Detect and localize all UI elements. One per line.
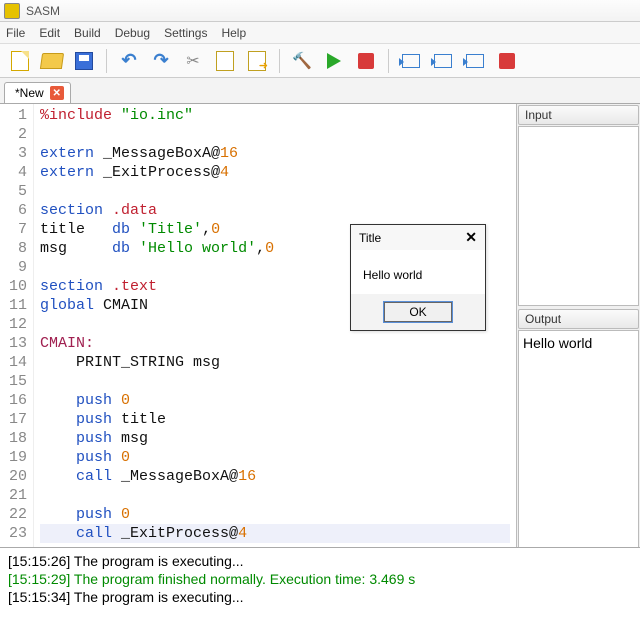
- menu-help[interactable]: Help: [221, 26, 246, 40]
- undo-button[interactable]: ↶: [115, 47, 143, 75]
- stop-icon: [358, 53, 374, 69]
- page-settings-button[interactable]: [211, 47, 239, 75]
- page-gear-icon: [216, 51, 234, 71]
- input-panel[interactable]: [518, 126, 639, 306]
- output-panel-header: Output: [518, 309, 639, 329]
- code-line[interactable]: extern _MessageBoxA@16: [40, 144, 510, 163]
- code-line[interactable]: push 0: [40, 448, 510, 467]
- menu-debug[interactable]: Debug: [115, 26, 150, 40]
- save-file-button[interactable]: [70, 47, 98, 75]
- code-editor[interactable]: 1234567891011121314151617181920212223 %i…: [0, 104, 516, 547]
- toolbar-separator: [388, 49, 389, 73]
- debug-stop-button[interactable]: [493, 47, 521, 75]
- log-panel: [15:15:26] The program is executing...[1…: [0, 547, 640, 617]
- code-line[interactable]: [40, 372, 510, 391]
- message-box: Title ✕ Hello world OK: [350, 224, 486, 331]
- play-icon: [327, 53, 341, 69]
- code-line[interactable]: extern _ExitProcess@4: [40, 163, 510, 182]
- code-line[interactable]: call _MessageBoxA@16: [40, 467, 510, 486]
- code-line[interactable]: [40, 486, 510, 505]
- new-file-button[interactable]: [6, 47, 34, 75]
- page-arrow-icon: [248, 51, 266, 71]
- code-line[interactable]: [40, 182, 510, 201]
- tab-label: *New: [15, 86, 44, 100]
- build-button[interactable]: 🔨: [288, 47, 316, 75]
- menu-file[interactable]: File: [6, 26, 25, 40]
- line-gutter: 1234567891011121314151617181920212223: [0, 104, 34, 547]
- stop-icon: [499, 53, 515, 69]
- save-icon: [75, 52, 93, 70]
- debug-stepout-button[interactable]: [461, 47, 489, 75]
- titlebar: SASM: [0, 0, 640, 22]
- code-line[interactable]: PRINT_STRING msg: [40, 353, 510, 372]
- code-line[interactable]: push 0: [40, 391, 510, 410]
- debug-stepover-button[interactable]: [397, 47, 425, 75]
- redo-button[interactable]: ↷: [147, 47, 175, 75]
- msgbox-title: Title: [359, 231, 381, 245]
- log-line: [15:15:29] The program finished normally…: [8, 570, 632, 588]
- code-line[interactable]: section .data: [40, 201, 510, 220]
- log-line: [15:15:26] The program is executing...: [8, 552, 632, 570]
- menu-build[interactable]: Build: [74, 26, 101, 40]
- menu-edit[interactable]: Edit: [39, 26, 60, 40]
- open-folder-icon: [40, 53, 64, 69]
- log-line: [15:15:34] The program is executing...: [8, 588, 632, 606]
- step-over-icon: [402, 54, 420, 68]
- menu-settings[interactable]: Settings: [164, 26, 207, 40]
- code-line[interactable]: CMAIN:: [40, 334, 510, 353]
- step-out-icon: [466, 54, 484, 68]
- main-area: 1234567891011121314151617181920212223 %i…: [0, 104, 640, 547]
- msgbox-body: Hello world: [351, 250, 485, 294]
- toolbar: ↶ ↷ ✂ 🔨: [0, 44, 640, 78]
- editor-tab[interactable]: *New ✕: [4, 82, 71, 103]
- menubar: File Edit Build Debug Settings Help: [0, 22, 640, 44]
- code-line[interactable]: call _ExitProcess@4: [40, 524, 510, 543]
- code-line[interactable]: push msg: [40, 429, 510, 448]
- ok-button[interactable]: OK: [384, 302, 451, 322]
- input-panel-header: Input: [518, 105, 639, 125]
- close-icon[interactable]: ✕: [50, 86, 64, 100]
- toolbar-separator: [106, 49, 107, 73]
- new-file-icon: [11, 51, 29, 71]
- page-export-button[interactable]: [243, 47, 271, 75]
- stop-button[interactable]: [352, 47, 380, 75]
- tools-icon: ✂: [186, 51, 199, 71]
- close-icon[interactable]: ✕: [465, 229, 477, 246]
- code-line[interactable]: push title: [40, 410, 510, 429]
- code-line[interactable]: %include "io.inc": [40, 106, 510, 125]
- hammer-icon: 🔨: [292, 51, 312, 71]
- output-panel: Hello world: [518, 330, 639, 560]
- toolbar-separator: [279, 49, 280, 73]
- code-line[interactable]: [40, 125, 510, 144]
- redo-icon: ↷: [153, 50, 168, 71]
- run-button[interactable]: [320, 47, 348, 75]
- tools-button[interactable]: ✂: [179, 47, 207, 75]
- undo-icon: ↶: [121, 50, 136, 71]
- open-file-button[interactable]: [38, 47, 66, 75]
- app-icon: [4, 3, 20, 19]
- side-panels: Input Output Hello world: [516, 104, 640, 547]
- step-into-icon: [434, 54, 452, 68]
- app-title: SASM: [26, 4, 60, 18]
- debug-stepinto-button[interactable]: [429, 47, 457, 75]
- code-line[interactable]: push 0: [40, 505, 510, 524]
- tabbar: *New ✕: [0, 78, 640, 104]
